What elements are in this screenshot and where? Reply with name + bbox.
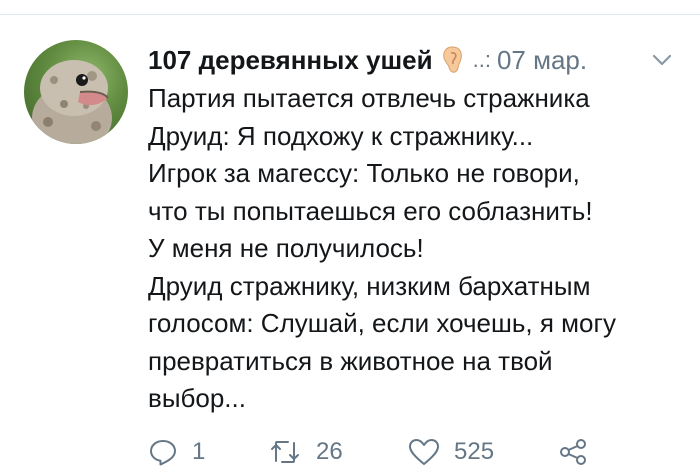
share-button[interactable] bbox=[558, 437, 598, 467]
chevron-down-icon[interactable] bbox=[650, 48, 674, 72]
reply-button[interactable]: 1 bbox=[148, 437, 268, 467]
tweet-line: превратиться в животное на твой bbox=[148, 345, 553, 376]
reply-icon bbox=[150, 440, 176, 466]
retweet-count: 26 bbox=[316, 438, 343, 465]
retweet-icon bbox=[271, 441, 299, 463]
avatar-bird-image bbox=[32, 60, 112, 144]
tweet-line: У меня не получилось! bbox=[148, 233, 424, 263]
like-button[interactable]: 525 bbox=[408, 437, 558, 467]
tweet-line: Друид: Я подхожу к стражнику... bbox=[148, 120, 534, 151]
avatar[interactable] bbox=[24, 40, 128, 144]
tweet-line: выбор... bbox=[148, 383, 246, 413]
retweet-button[interactable]: 26 bbox=[268, 437, 408, 467]
top-divider bbox=[0, 14, 700, 15]
tweet-line: Друид стражнику, низким бархатным bbox=[148, 270, 591, 301]
share-icon bbox=[560, 439, 586, 465]
tweet-header: 107 деревянных ушей ..: 07 мар. bbox=[148, 40, 587, 80]
heart-icon bbox=[409, 439, 439, 465]
tweet-line: что ты попытаешься его соблазнить! bbox=[148, 195, 593, 226]
like-count: 525 bbox=[454, 438, 495, 465]
tweet-line: голосом: Слушай, если хочешь, я могу bbox=[148, 308, 616, 338]
action-bar: 1 26 525 bbox=[148, 434, 598, 470]
tweet-text: Партия пытается отвлечь стражника Друид:… bbox=[148, 80, 668, 418]
ear-icon bbox=[441, 45, 463, 75]
tweet-line: Партия пытается отвлечь стражника bbox=[148, 83, 590, 113]
tweet-date[interactable]: 07 мар. bbox=[497, 40, 587, 80]
reply-count: 1 bbox=[192, 438, 206, 465]
tweet-line: Игрок за магессу: Только не говори, bbox=[148, 158, 580, 188]
separator: ..: bbox=[472, 47, 491, 72]
author-name[interactable]: 107 деревянных ушей bbox=[148, 40, 433, 80]
